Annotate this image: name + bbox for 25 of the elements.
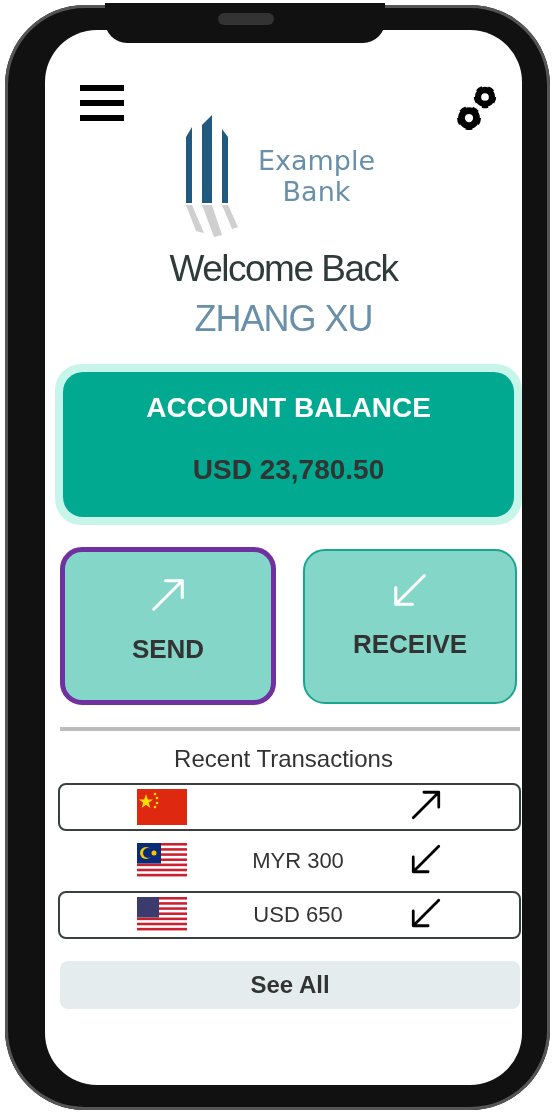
arrow-icon: [391, 571, 429, 609]
balance-title: ACCOUNT BALANCE: [146, 391, 431, 425]
arrow-icon: [149, 576, 187, 614]
send-button[interactable]: SEND: [60, 547, 276, 705]
transaction-row[interactable]: USD 650: [58, 891, 521, 939]
receive-button[interactable]: RECEIVE: [303, 549, 517, 704]
transaction-amount: MYR 300: [252, 848, 344, 874]
welcome-heading: Welcome Back: [169, 249, 398, 289]
see-all-button[interactable]: See All: [60, 961, 520, 1009]
logo-icon: [185, 115, 238, 237]
balance-amount: USD 23,780.50: [192, 453, 385, 487]
arrow-icon: [409, 896, 443, 930]
menu-icon[interactable]: [80, 85, 124, 121]
bank-name: Example Bank: [256, 145, 377, 207]
arrow-icon: [409, 788, 443, 822]
flag-icon: [137, 897, 187, 933]
flag-icon: [137, 843, 187, 879]
transaction-amount: USD 650: [253, 902, 343, 928]
user-name: ZHANG XU: [194, 298, 373, 339]
transaction-row[interactable]: MYR 300: [58, 837, 521, 885]
section-title: Recent Transactions: [174, 745, 393, 772]
transaction-row[interactable]: [58, 783, 521, 831]
settings-icon[interactable]: [457, 85, 497, 131]
arrow-icon: [409, 842, 443, 876]
flag-icon: [137, 789, 187, 825]
